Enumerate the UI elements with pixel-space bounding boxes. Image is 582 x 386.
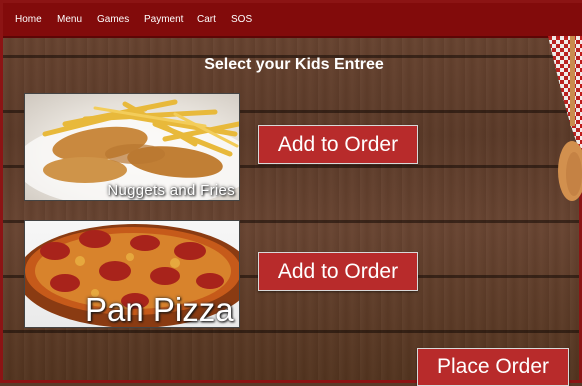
add-pizza-to-order-button[interactable]: Add to Order: [258, 252, 418, 291]
place-order-button[interactable]: Place Order: [417, 348, 569, 386]
nav-menu[interactable]: Menu: [57, 14, 82, 25]
page-title: Select your Kids Entree: [204, 56, 384, 73]
nav-payment[interactable]: Payment: [144, 14, 183, 25]
nav-sos[interactable]: SOS: [231, 14, 252, 25]
nav-games[interactable]: Games: [97, 14, 129, 25]
pan-pizza-caption: Pan Pizza: [85, 291, 234, 328]
page-background: Home Menu Games Payment Cart SOS Select …: [0, 0, 582, 386]
nav-cart[interactable]: Cart: [197, 14, 216, 25]
nav-home[interactable]: Home: [15, 14, 42, 25]
add-nuggets-to-order-button[interactable]: Add to Order: [258, 125, 418, 164]
pan-pizza-image[interactable]: Pan Pizza: [24, 220, 240, 328]
nuggets-and-fries-caption: Nuggets and Fries: [107, 182, 235, 199]
nuggets-and-fries-image[interactable]: Nuggets and Fries: [24, 93, 240, 201]
top-nav-bar: Home Menu Games Payment Cart SOS: [3, 3, 582, 38]
